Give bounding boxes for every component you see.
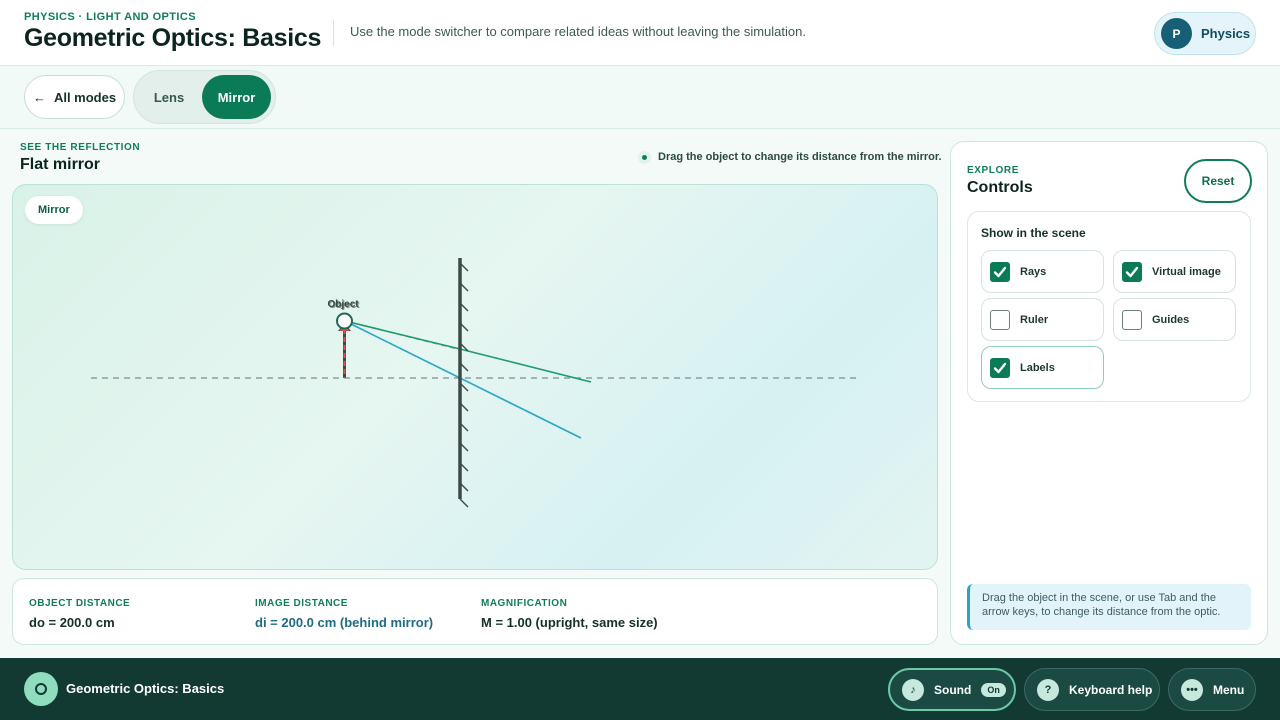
group-title: Show in the scene bbox=[981, 226, 1086, 240]
menu-label: Menu bbox=[1213, 682, 1245, 697]
panel-title: Controls bbox=[967, 179, 1033, 196]
subject-eyebrow: PHYSICS · LIGHT AND OPTICS bbox=[24, 11, 196, 23]
object-drag-handle[interactable] bbox=[336, 312, 353, 330]
readout-object-distance: OBJECT DISTANCE do = 200.0 cm bbox=[29, 598, 130, 630]
subject-avatar: P bbox=[1161, 18, 1192, 49]
sound-label: Sound bbox=[934, 682, 972, 697]
option-guides[interactable]: Guides bbox=[1113, 298, 1236, 341]
mode-tab-lens[interactable]: Lens bbox=[138, 75, 200, 119]
option-virtual-image[interactable]: Virtual image bbox=[1113, 250, 1236, 293]
subject-label: Physics bbox=[1201, 26, 1251, 41]
option-label: Labels bbox=[1020, 361, 1055, 374]
checkbox-unchecked-icon[interactable] bbox=[990, 309, 1010, 330]
checkbox-checked-icon[interactable] bbox=[990, 357, 1010, 378]
ray-blue-reflected bbox=[459, 377, 582, 439]
header-divider bbox=[333, 20, 334, 46]
readout-value: M = 1.00 (upright, same size) bbox=[481, 615, 658, 630]
scene-hint: Drag the object to change its distance f… bbox=[658, 151, 942, 163]
readout-label: MAGNIFICATION bbox=[481, 598, 568, 609]
option-ruler[interactable]: Ruler bbox=[981, 298, 1104, 341]
more-dots-icon: ••• bbox=[1181, 678, 1203, 701]
option-labels[interactable]: Labels bbox=[981, 346, 1104, 389]
ray-blue-incident bbox=[344, 320, 461, 379]
app-header: PHYSICS · LIGHT AND OPTICS Geometric Opt… bbox=[0, 0, 1280, 66]
scene-title: Flat mirror bbox=[20, 156, 101, 173]
scene-mode-chip: Mirror bbox=[25, 196, 83, 224]
readout-value: di = 200.0 cm (behind mirror) bbox=[255, 615, 434, 630]
hint-dot-icon bbox=[638, 151, 651, 164]
readouts-bar: OBJECT DISTANCE do = 200.0 cm IMAGE DIST… bbox=[12, 578, 938, 645]
simulation-stage[interactable]: Object Object Mirror bbox=[12, 184, 938, 570]
object-label: Object bbox=[328, 299, 360, 310]
readout-magnification: MAGNIFICATION M = 1.00 (upright, same si… bbox=[481, 598, 658, 630]
readout-label: OBJECT DISTANCE bbox=[29, 598, 131, 609]
checkbox-unchecked-icon[interactable] bbox=[1122, 309, 1142, 330]
option-label: Rays bbox=[1020, 265, 1047, 278]
optics-scene: Object Object bbox=[91, 258, 861, 508]
question-icon: ? bbox=[1037, 678, 1059, 701]
ray-green-reflected bbox=[459, 348, 592, 383]
mode-switcher: Lens Mirror bbox=[133, 70, 276, 124]
mode-tab-mirror[interactable]: Mirror bbox=[202, 75, 271, 119]
footer-bar: Geometric Optics: Basics ♪ Sound On ? Ke… bbox=[0, 658, 1280, 720]
ray-green-incident bbox=[344, 320, 461, 350]
app-title: Geometric Optics: Basics bbox=[24, 24, 322, 52]
subject-button[interactable]: P Physics bbox=[1154, 12, 1256, 55]
sound-button[interactable]: ♪ Sound On bbox=[888, 668, 1016, 711]
panel-eyebrow: EXPLORE bbox=[967, 165, 1019, 176]
keyboard-help-label: Keyboard help bbox=[1069, 682, 1153, 697]
all-modes-label: All modes bbox=[53, 89, 117, 105]
footer-title: Geometric Optics: Basics bbox=[66, 681, 225, 696]
header-description: Use the mode switcher to compare related… bbox=[350, 24, 806, 39]
menu-button[interactable]: ••• Menu bbox=[1168, 668, 1256, 711]
all-modes-button[interactable]: ← All modes bbox=[24, 75, 125, 119]
readout-label: IMAGE DISTANCE bbox=[255, 598, 348, 609]
help-note: Drag the object in the scene, or use Tab… bbox=[967, 584, 1251, 630]
arrow-left-icon: ← bbox=[32, 89, 46, 105]
readout-value: do = 200.0 cm bbox=[29, 615, 115, 630]
option-label: Guides bbox=[1152, 313, 1190, 326]
logo-icon bbox=[24, 672, 58, 706]
checkbox-checked-icon[interactable] bbox=[990, 261, 1010, 282]
scene-eyebrow: SEE THE REFLECTION bbox=[20, 142, 141, 153]
mode-bar: ← All modes Lens Mirror bbox=[0, 66, 1280, 129]
checkbox-checked-icon[interactable] bbox=[1122, 261, 1142, 282]
show-in-scene-group: Show in the scene Rays Virtual image Rul… bbox=[967, 211, 1251, 402]
readout-image-distance: IMAGE DISTANCE di = 200.0 cm (behind mir… bbox=[255, 598, 433, 630]
option-label: Ruler bbox=[1020, 313, 1049, 326]
reset-button[interactable]: Reset bbox=[1184, 159, 1252, 203]
sound-toggle[interactable]: On bbox=[981, 682, 1006, 697]
option-rays[interactable]: Rays bbox=[981, 250, 1104, 293]
controls-panel: EXPLORE Controls Reset Show in the scene… bbox=[950, 141, 1268, 645]
option-label: Virtual image bbox=[1152, 265, 1221, 278]
music-note-icon: ♪ bbox=[902, 678, 924, 701]
keyboard-help-button[interactable]: ? Keyboard help bbox=[1024, 668, 1160, 711]
